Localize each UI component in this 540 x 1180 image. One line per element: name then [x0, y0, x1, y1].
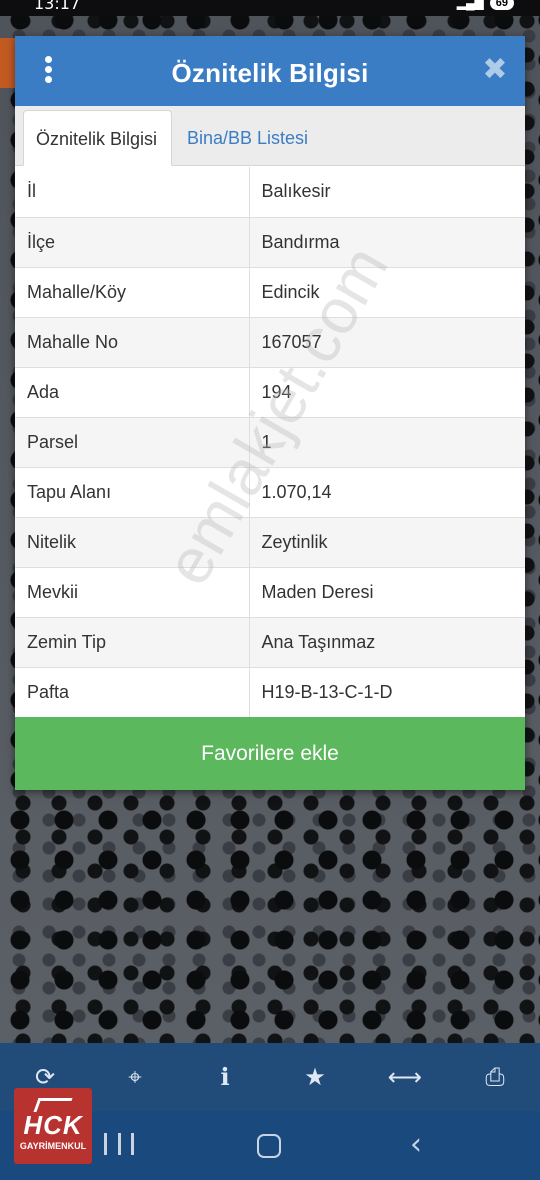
logo-subtitle: GAYRİMENKUL: [19, 1141, 87, 1151]
back-button[interactable]: ‹: [410, 1130, 434, 1161]
attribute-key: Zemin Tip: [15, 617, 250, 668]
attribute-key: İlçe: [15, 217, 250, 268]
status-time: 13:17: [34, 0, 81, 13]
print-icon[interactable]: ⎙: [450, 1043, 540, 1111]
table-row: İlçe Bandırma: [15, 217, 525, 268]
measure-icon[interactable]: ⟷: [360, 1043, 450, 1111]
table-row: Ada 194: [15, 367, 525, 418]
close-icon[interactable]: ✖: [481, 55, 509, 85]
info-icon[interactable]: ℹ: [180, 1043, 270, 1111]
more-vertical-icon[interactable]: [41, 56, 55, 86]
attribute-table: İl Balıkesir İlçe Bandırma Mahalle/Köy Edinci…: [15, 167, 525, 718]
attribute-key: İl: [15, 167, 250, 218]
attribute-key: Pafta: [15, 667, 250, 718]
attribute-key: Mahalle/Köy: [15, 267, 250, 318]
status-icons: ▂▄▆ 69: [457, 0, 514, 10]
attribute-key: Nitelik: [15, 517, 250, 568]
table-row: İl Balıkesir: [15, 167, 525, 218]
attribute-info-dialog: Öznitelik Bilgisi ✖ Öznitelik Bilgisi Bi…: [15, 36, 525, 790]
attribute-key: Tapu Alanı: [15, 467, 250, 518]
home-button[interactable]: [257, 1134, 281, 1158]
dialog-title: Öznitelik Bilgisi: [171, 58, 369, 88]
attribute-value: 1.070,14: [249, 467, 525, 518]
attribute-value: Balıkesir: [249, 167, 525, 218]
company-logo: HCK GAYRİMENKUL: [14, 1088, 92, 1164]
status-bar: 13:17 ▂▄▆ 69: [0, 0, 540, 16]
attribute-key: Mevkii: [15, 567, 250, 618]
add-favorite-button[interactable]: Favorilere ekle: [15, 717, 525, 790]
attribute-value: 194: [249, 367, 525, 418]
tab-attribute-info[interactable]: Öznitelik Bilgisi: [23, 110, 172, 166]
attribute-key: Ada: [15, 367, 250, 418]
attribute-value: Ana Taşınmaz: [249, 617, 525, 668]
table-row: Mevkii Maden Deresi: [15, 567, 525, 618]
dialog-header: Öznitelik Bilgisi ✖: [15, 36, 525, 106]
battery-indicator: 69: [489, 0, 514, 10]
wifi-signal-icon: ▂▄▆: [456, 0, 484, 10]
attribute-value: 167057: [249, 317, 525, 368]
table-row: Pafta H19-B-13-C-1-D: [15, 667, 525, 718]
table-row: Parsel 1: [15, 417, 525, 468]
attribute-value: Zeytinlik: [249, 517, 525, 568]
tab-bar: Öznitelik Bilgisi Bina/BB Listesi: [15, 106, 525, 166]
attribute-value: Maden Deresi: [249, 567, 525, 618]
table-row: Mahalle No 167057: [15, 317, 525, 368]
recents-button[interactable]: [104, 1133, 134, 1159]
attribute-value: Bandırma: [249, 217, 525, 268]
locate-icon[interactable]: ⌖: [90, 1043, 180, 1111]
table-row: Tapu Alanı 1.070,14: [15, 467, 525, 518]
attribute-value: 1: [249, 417, 525, 468]
table-row: Nitelik Zeytinlik: [15, 517, 525, 568]
logo-mark: HCK: [23, 1110, 83, 1140]
tab-building-list[interactable]: Bina/BB Listesi: [175, 110, 320, 166]
attribute-value: Edincik: [249, 267, 525, 318]
table-row: Zemin Tip Ana Taşınmaz: [15, 617, 525, 668]
star-icon[interactable]: ★: [270, 1043, 360, 1111]
attribute-key: Parsel: [15, 417, 250, 468]
table-row: Mahalle/Köy Edincik: [15, 267, 525, 318]
attribute-key: Mahalle No: [15, 317, 250, 368]
attribute-value: H19-B-13-C-1-D: [249, 667, 525, 718]
